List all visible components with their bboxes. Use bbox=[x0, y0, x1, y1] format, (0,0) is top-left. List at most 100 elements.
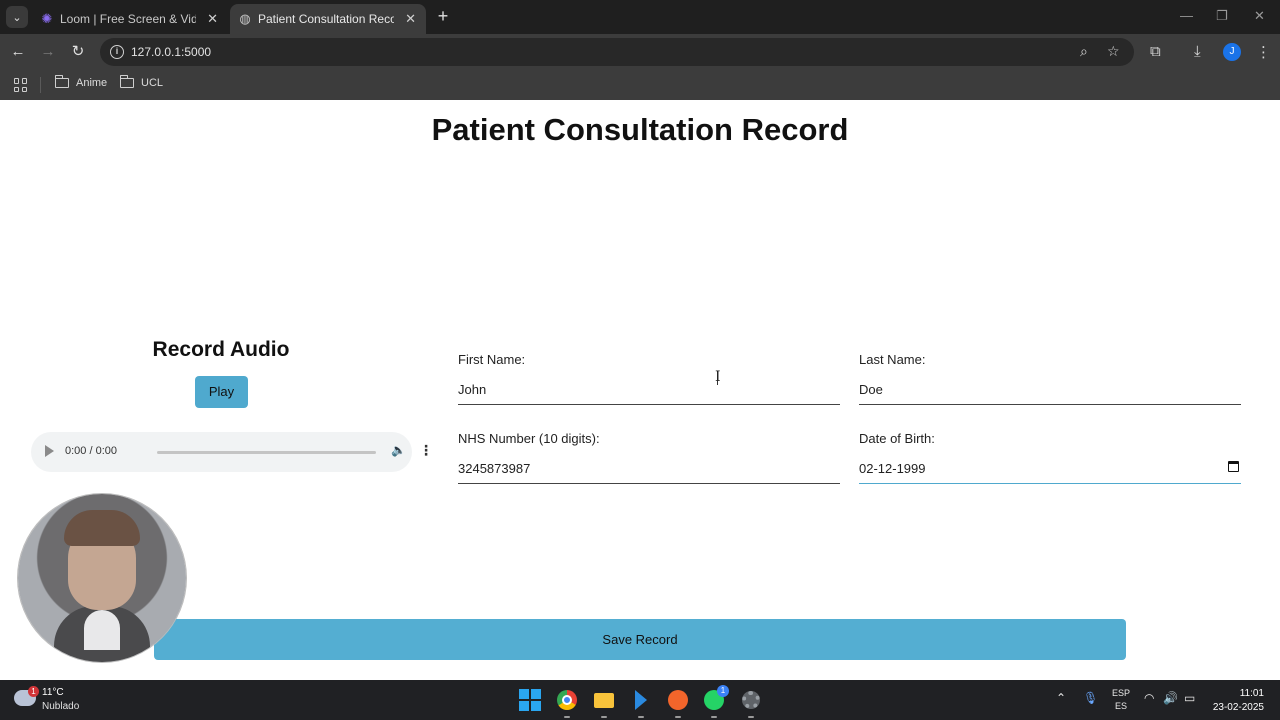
address-bar[interactable]: i 127.0.0.1:5000 ⌕ ☆ bbox=[100, 38, 1134, 66]
bookmark-separator bbox=[40, 77, 41, 93]
audio-play-icon[interactable] bbox=[45, 445, 54, 457]
language-indicator[interactable]: ESP ES bbox=[1112, 687, 1130, 713]
wifi-icon[interactable]: ◠ bbox=[1144, 691, 1154, 705]
chevron-down-icon: ⌄ bbox=[12, 11, 22, 24]
zoom-icon[interactable]: ⌕ bbox=[1080, 43, 1088, 60]
restore-icon[interactable]: ❐ bbox=[1216, 8, 1228, 24]
running-indicator bbox=[601, 716, 607, 718]
page-title: Patient Consultation Record bbox=[431, 112, 849, 147]
chrome-icon bbox=[557, 690, 577, 710]
last-name-field[interactable]: Doe bbox=[859, 375, 1241, 405]
first-name-label: First Name: bbox=[458, 352, 526, 367]
volume-icon[interactable]: 🔈 bbox=[391, 443, 406, 457]
app-icon bbox=[668, 690, 688, 710]
new-tab-button[interactable]: + bbox=[434, 6, 452, 28]
url-text[interactable]: 127.0.0.1:5000 bbox=[131, 45, 211, 59]
windows-taskbar: 1 11°C Nublado 1 ⌃ 🎙 🔊 ESP ES ◠ ▭ 11:01 … bbox=[0, 680, 1280, 720]
clock-time: 11:01 bbox=[1239, 688, 1264, 699]
bookmark-ucl[interactable]: UCL bbox=[119, 75, 164, 89]
back-icon[interactable]: ← bbox=[8, 42, 28, 62]
taskbar-app-orange[interactable] bbox=[666, 688, 690, 712]
globe-icon: ◍ bbox=[239, 11, 251, 26]
volume-icon[interactable]: 🔊 bbox=[1163, 691, 1178, 705]
vscode-icon bbox=[635, 690, 647, 710]
nhs-number-value: 3245873987 bbox=[458, 461, 531, 476]
running-indicator bbox=[711, 716, 717, 718]
whatsapp-badge: 1 bbox=[717, 685, 729, 697]
taskbar-chrome[interactable] bbox=[555, 688, 579, 712]
weather-temperature[interactable]: 11°C bbox=[42, 687, 64, 698]
bookmark-label: Anime bbox=[76, 77, 108, 89]
apps-grid-icon[interactable] bbox=[14, 78, 28, 92]
dob-value: 02-12-1999 bbox=[859, 461, 926, 476]
microphone-icon[interactable]: 🎙 bbox=[1083, 691, 1098, 705]
start-button[interactable] bbox=[518, 688, 542, 712]
battery-icon[interactable]: ▭ bbox=[1184, 691, 1195, 705]
text-cursor-icon bbox=[715, 369, 725, 385]
bookmark-anime[interactable]: Anime bbox=[54, 75, 108, 89]
nhs-number-field[interactable]: 3245873987 bbox=[458, 454, 840, 484]
tab-title: Loom | Free Screen & Video Recording bbox=[60, 12, 196, 26]
nhs-number-label: NHS Number (10 digits): bbox=[458, 431, 600, 446]
running-indicator bbox=[564, 716, 570, 718]
chevron-up-icon[interactable]: ⌃ bbox=[1056, 691, 1066, 705]
site-info-icon[interactable]: i bbox=[110, 45, 124, 59]
profile-avatar[interactable]: J bbox=[1223, 43, 1241, 61]
reload-icon[interactable]: ↻ bbox=[68, 42, 88, 62]
folder-icon bbox=[119, 75, 134, 88]
first-name-field[interactable]: John bbox=[458, 375, 840, 405]
browser-toolbar: ← → ↻ i 127.0.0.1:5000 ⌕ ☆ ⧉ ⤓ J ⋮ bbox=[0, 34, 1280, 70]
webcam-bubble[interactable] bbox=[18, 494, 186, 662]
webcam-collar bbox=[84, 610, 120, 650]
audio-more-icon[interactable]: ⋮ bbox=[419, 442, 433, 459]
dob-label: Date of Birth: bbox=[859, 431, 935, 446]
close-icon[interactable]: ✕ bbox=[405, 11, 416, 27]
tab-search-button[interactable]: ⌄ bbox=[6, 6, 28, 28]
taskbar-vscode[interactable] bbox=[629, 688, 653, 712]
loom-icon: ✺ bbox=[41, 11, 53, 26]
running-indicator bbox=[748, 716, 754, 718]
taskbar-whatsapp[interactable]: 1 bbox=[702, 685, 729, 712]
windows-icon bbox=[519, 689, 541, 711]
close-icon[interactable]: ✕ bbox=[207, 11, 218, 27]
record-audio-title: Record Audio bbox=[152, 338, 290, 361]
language-code: ESP bbox=[1112, 688, 1131, 698]
minimize-icon[interactable]: — bbox=[1180, 8, 1193, 23]
download-icon[interactable]: ⤓ bbox=[1194, 43, 1201, 60]
first-name-value: John bbox=[458, 382, 487, 397]
webcam-hair bbox=[64, 510, 140, 546]
tab-loom[interactable]: ✺ Loom | Free Screen & Video Recording ✕ bbox=[32, 4, 228, 34]
weather-badge: 1 bbox=[28, 686, 39, 697]
running-indicator bbox=[675, 716, 681, 718]
taskbar-settings[interactable] bbox=[739, 688, 763, 712]
page-content: Patient Consultation Record Record Audio… bbox=[0, 100, 1280, 680]
keyboard-layout: ES bbox=[1114, 701, 1127, 711]
last-name-value: Doe bbox=[859, 382, 883, 397]
taskbar-file-explorer[interactable] bbox=[592, 688, 616, 712]
bookmark-label: UCL bbox=[141, 77, 164, 89]
gear-icon bbox=[742, 691, 760, 709]
folder-icon bbox=[54, 75, 69, 88]
tab-title: Patient Consultation Record bbox=[258, 12, 394, 26]
more-menu-icon[interactable]: ⋮ bbox=[1256, 43, 1271, 61]
dob-field[interactable]: 02-12-1999 bbox=[859, 454, 1241, 484]
audio-time: 0:00 / 0:00 bbox=[65, 445, 117, 457]
window-close-icon[interactable]: ✕ bbox=[1254, 8, 1265, 24]
tab-patient-consultation[interactable]: ◍ Patient Consultation Record ✕ bbox=[230, 4, 426, 34]
taskbar-clock[interactable]: 11:01 23-02-2025 bbox=[1212, 687, 1264, 715]
audio-player: 0:00 / 0:00 🔈 ⋮ bbox=[31, 432, 433, 472]
browser-tab-bar: ⌄ ✺ Loom | Free Screen & Video Recording… bbox=[0, 0, 1280, 34]
weather-description[interactable]: Nublado bbox=[42, 701, 79, 712]
extensions-icon[interactable]: ⧉ bbox=[1150, 43, 1161, 60]
clock-date: 23-02-2025 bbox=[1212, 702, 1264, 713]
star-icon[interactable]: ☆ bbox=[1107, 43, 1120, 60]
save-record-button[interactable]: Save Record bbox=[154, 619, 1126, 660]
folder-icon bbox=[594, 692, 614, 708]
bookmarks-bar: Anime UCL bbox=[0, 70, 1280, 100]
calendar-icon[interactable] bbox=[1228, 461, 1239, 472]
running-indicator bbox=[638, 716, 644, 718]
audio-seek-slider[interactable] bbox=[157, 451, 376, 454]
play-button[interactable]: Play bbox=[195, 376, 248, 408]
forward-icon[interactable]: → bbox=[38, 42, 58, 62]
last-name-label: Last Name: bbox=[859, 352, 926, 367]
